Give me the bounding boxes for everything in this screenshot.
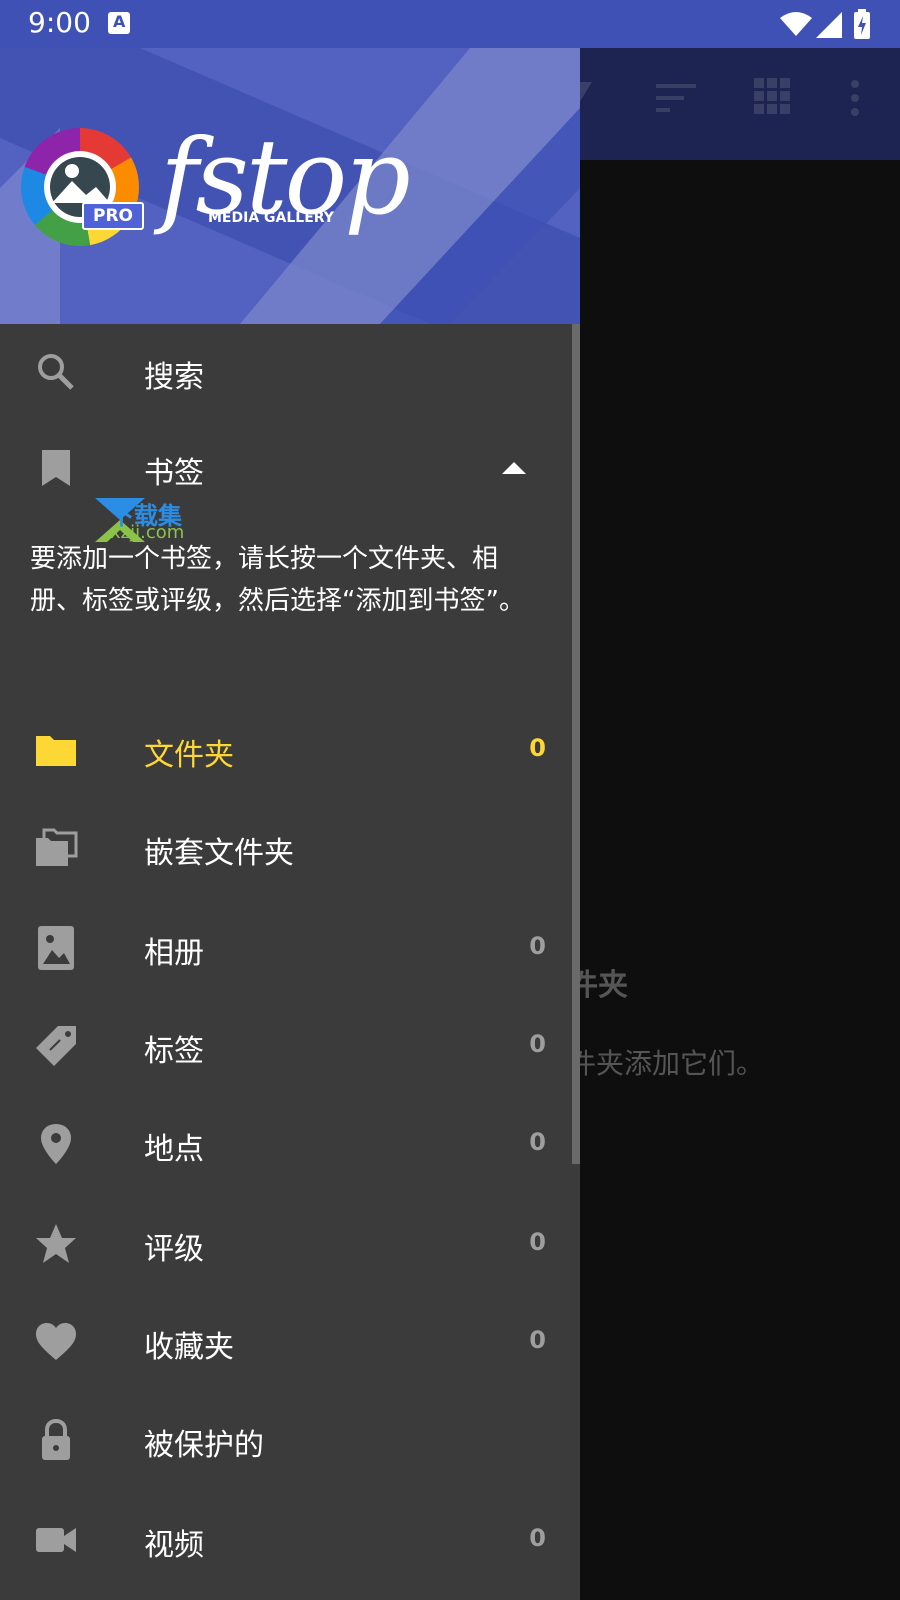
heart-icon	[36, 1323, 76, 1360]
drawer-item-videos[interactable]: 视频 0	[0, 1492, 572, 1588]
drawer-item-count: 0	[529, 932, 546, 960]
drawer-item-label: 相册	[144, 936, 204, 971]
drawer-item-nested-folders[interactable]: 嵌套文件夹	[0, 800, 572, 896]
collapse-chevron-icon[interactable]	[500, 460, 528, 476]
grid-view-icon[interactable]	[754, 78, 790, 114]
status-time: 9:00	[28, 6, 91, 39]
tag-icon	[36, 1026, 76, 1066]
drawer-item-label: 地点	[144, 1132, 204, 1167]
drawer-item-label: 书签	[144, 456, 204, 491]
nested-folders-icon	[36, 828, 78, 866]
search-icon	[38, 354, 74, 390]
navigation-drawer: PRO fstop MEDIA GALLERY 搜索 书签 下载集 xzji.c…	[0, 48, 580, 1600]
drawer-item-albums[interactable]: 相册 0	[0, 900, 572, 996]
keyboard-notification-icon	[108, 12, 130, 34]
drawer-item-count: 0	[529, 1228, 546, 1256]
drawer-header: PRO fstop MEDIA GALLERY	[0, 48, 580, 324]
drawer-item-ratings[interactable]: 评级 0	[0, 1196, 572, 1292]
drawer-item-label: 视频	[144, 1528, 204, 1563]
star-icon	[36, 1224, 76, 1263]
drawer-item-count: 0	[529, 1326, 546, 1354]
pro-badge: PRO	[82, 202, 144, 230]
bookmark-icon	[42, 450, 70, 486]
drawer-item-label: 评级	[144, 1232, 204, 1267]
bookmark-hint-text: 要添加一个书签，请长按一个文件夹、相册、标签或评级，然后选择“添加到书签”。	[30, 544, 525, 616]
drawer-item-label: 搜索	[144, 360, 204, 395]
wifi-icon	[780, 12, 812, 36]
battery-charging-icon	[854, 9, 870, 39]
signal-icon	[816, 12, 842, 38]
drawer-item-folders[interactable]: 文件夹 0	[0, 702, 572, 798]
drawer-item-count: 0	[529, 1524, 546, 1552]
drawer-item-favorites[interactable]: 收藏夹 0	[0, 1294, 572, 1390]
drawer-item-search[interactable]: 搜索	[0, 324, 572, 420]
drawer-item-label: 嵌套文件夹	[144, 836, 294, 871]
drawer-item-label: 收藏夹	[144, 1330, 234, 1365]
brand-subtitle: MEDIA GALLERY	[208, 210, 334, 226]
drawer-item-label: 标签	[144, 1034, 204, 1069]
more-options-icon[interactable]	[850, 78, 860, 118]
album-icon	[38, 926, 74, 970]
status-bar: 9:00	[0, 0, 900, 48]
sort-icon[interactable]	[656, 78, 696, 118]
empty-state-subtitle: 件夹添加它们。	[568, 1047, 765, 1080]
drawer-item-count: 0	[529, 734, 546, 762]
drawer-item-count: 0	[529, 1030, 546, 1058]
drawer-item-label: 文件夹	[144, 738, 234, 773]
drawer-scrollbar[interactable]	[572, 324, 580, 1164]
drawer-item-label: 被保护的	[144, 1428, 264, 1463]
folder-icon	[36, 736, 76, 766]
video-camera-icon	[36, 1528, 76, 1552]
drawer-item-protected[interactable]: 被保护的	[0, 1392, 572, 1488]
drawer-item-count: 0	[529, 1128, 546, 1156]
location-pin-icon	[41, 1124, 71, 1164]
drawer-item-tags[interactable]: 标签 0	[0, 998, 572, 1094]
lock-icon	[42, 1418, 70, 1460]
drawer-item-places[interactable]: 地点 0	[0, 1096, 572, 1192]
